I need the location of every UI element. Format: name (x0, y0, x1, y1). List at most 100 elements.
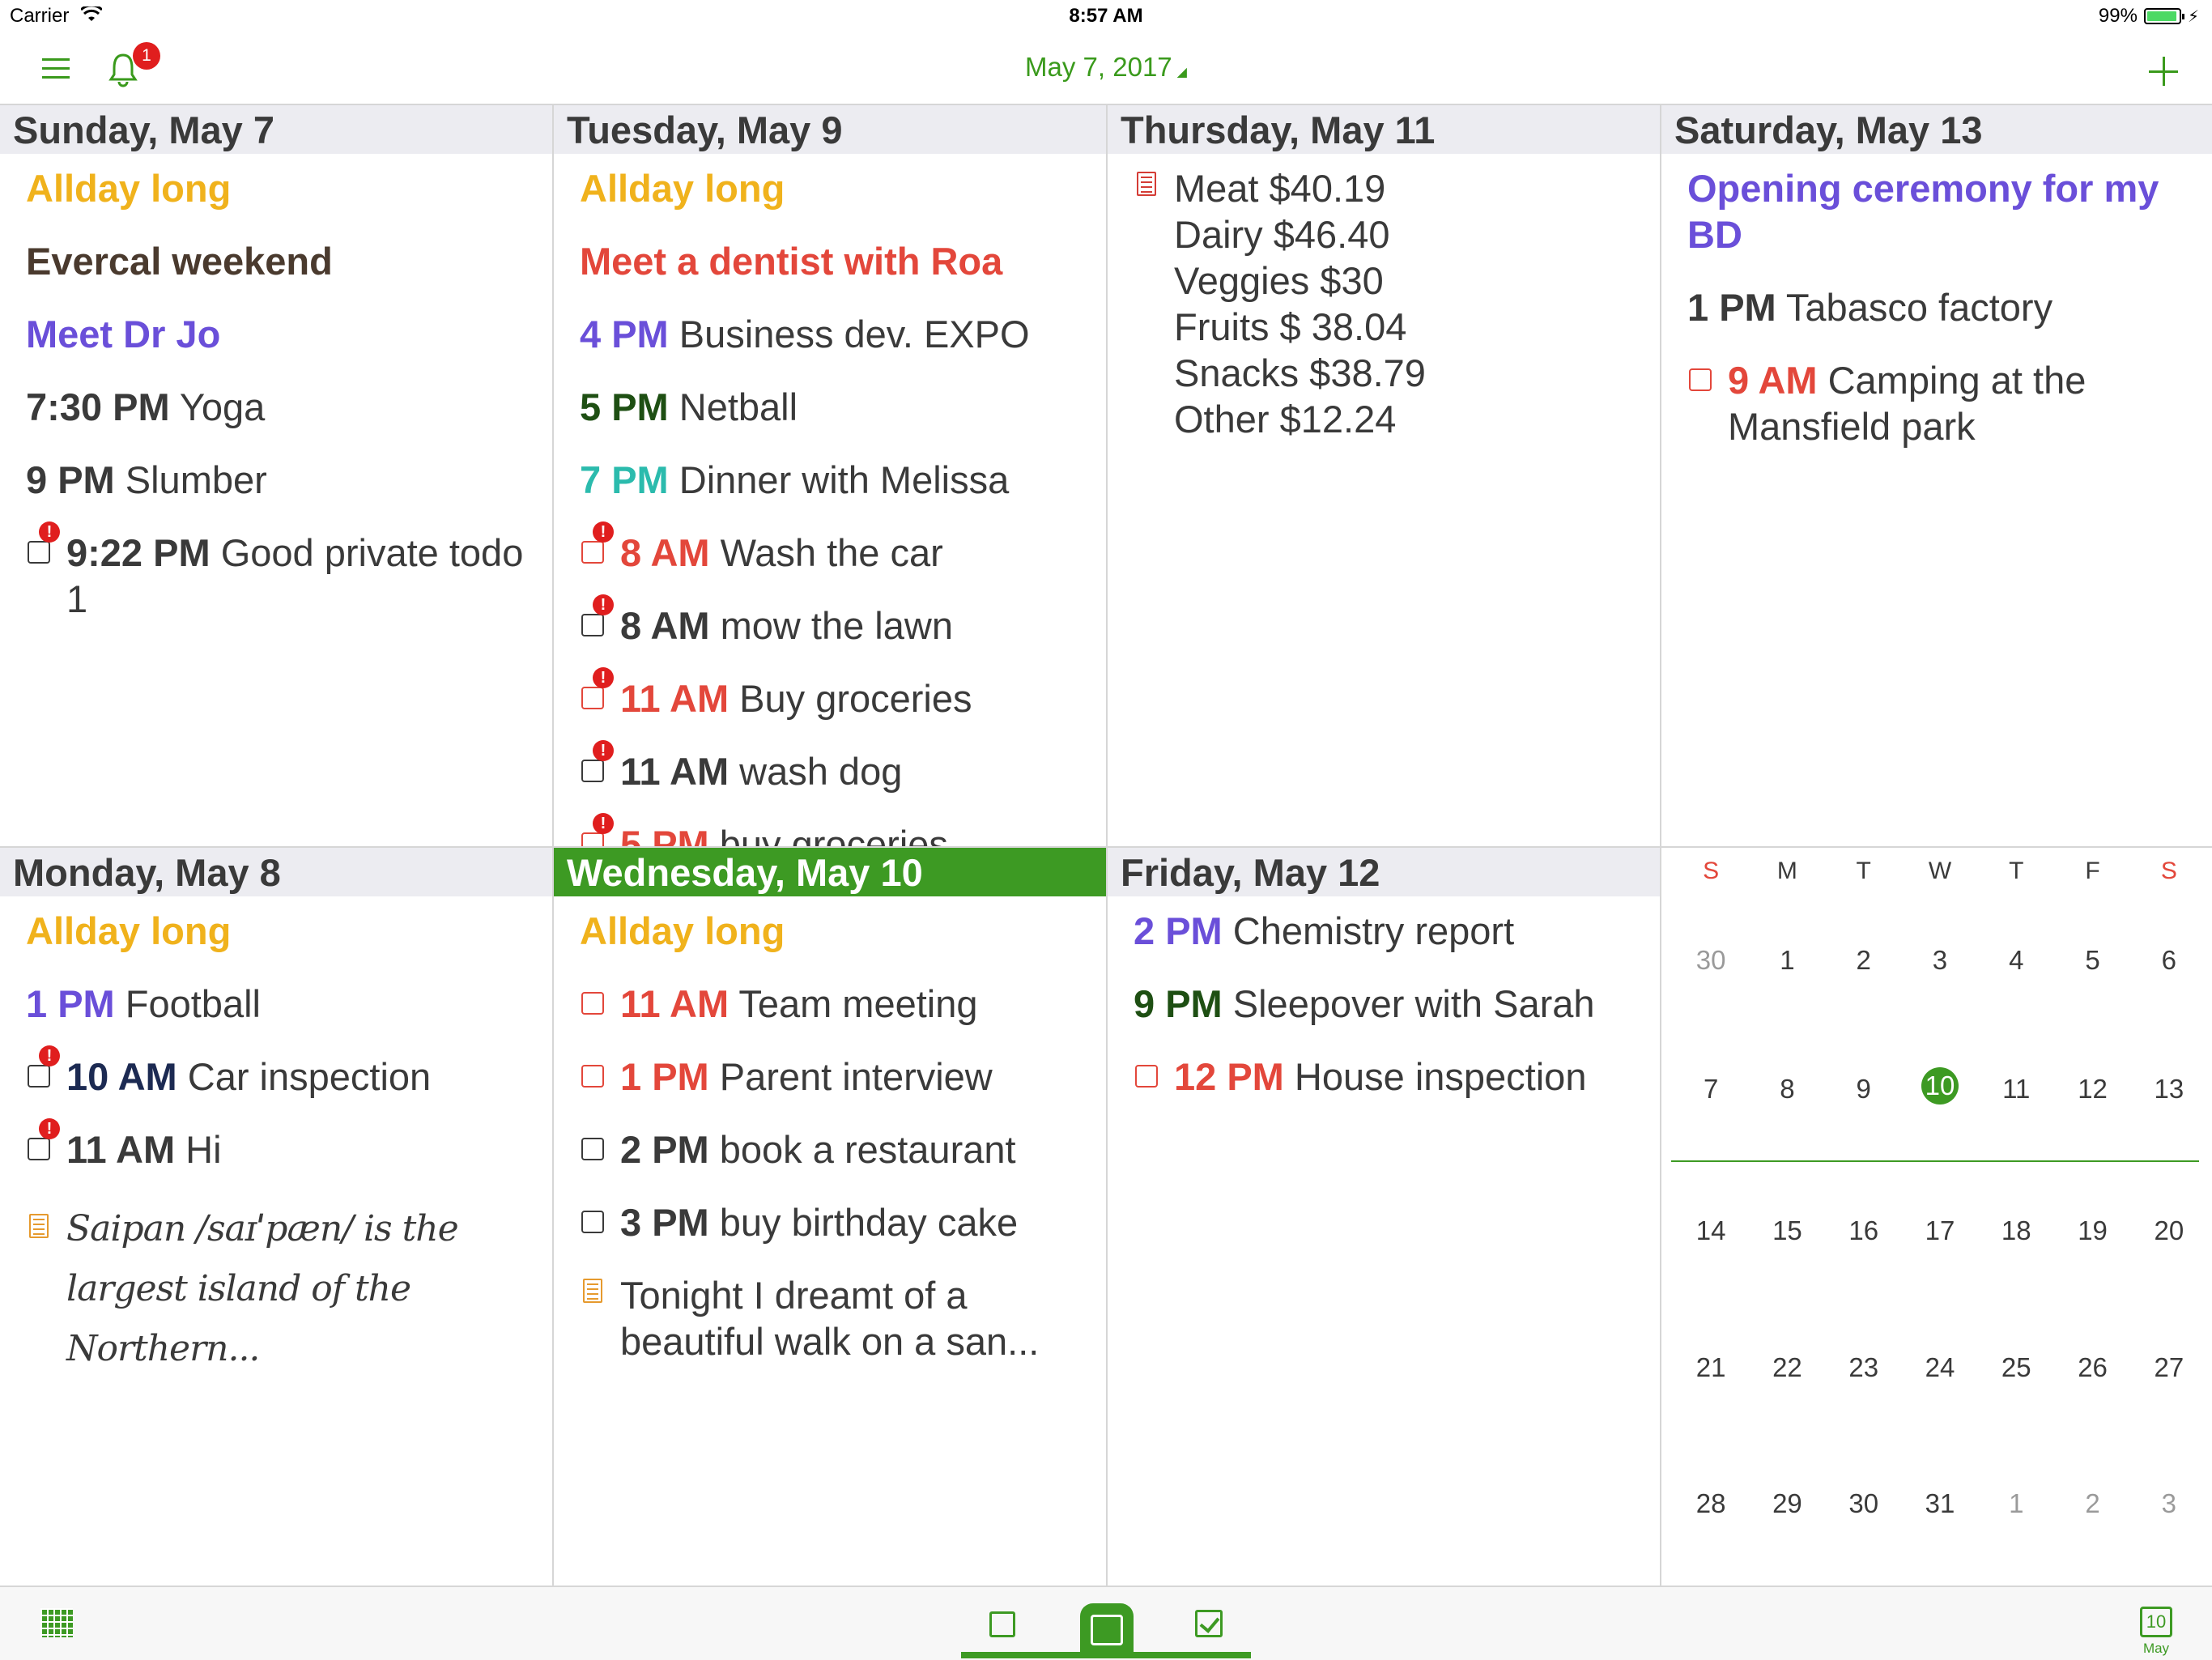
calendar-day[interactable]: 22 (1749, 1352, 1825, 1383)
todo-item[interactable]: ! 8 AM Wash the car (580, 521, 1095, 576)
day-cell-tuesday[interactable]: Tuesday, May 9 Allday long Meet a dentis… (554, 105, 1108, 848)
tasks-tab-icon[interactable] (1195, 1610, 1223, 1637)
event-item[interactable]: 4 PM Business dev. EXPO (580, 311, 1095, 357)
calendar-day[interactable]: 26 (2054, 1352, 2130, 1383)
todo-checkbox-icon[interactable] (1135, 1065, 1158, 1088)
todo-checkbox-icon[interactable] (28, 1065, 50, 1088)
calendar-day[interactable]: 14 (1673, 1215, 1749, 1246)
day-view-tab-icon[interactable] (989, 1611, 1015, 1637)
day-header[interactable]: Friday, May 12 (1108, 848, 1660, 896)
calendar-day[interactable]: 21 (1673, 1352, 1749, 1383)
todo-item[interactable]: ! 11 AM Hi (26, 1118, 541, 1173)
calendar-day[interactable]: 24 (1902, 1352, 1978, 1383)
day-header-today[interactable]: Wednesday, May 10 (554, 848, 1106, 896)
note-item[interactable]: Meat $40.19 Dairy $46.40 Veggies $30 Fru… (1134, 165, 1648, 442)
month-grid-icon[interactable] (40, 1608, 73, 1637)
calendar-day-today[interactable]: 10 (1902, 1067, 1978, 1105)
calendar-day[interactable]: 6 (2131, 945, 2207, 976)
calendar-day[interactable]: 3 (2131, 1488, 2207, 1519)
calendar-day[interactable]: 3 (1902, 945, 1978, 976)
todo-checkbox-icon[interactable] (581, 1138, 604, 1160)
event-item[interactable]: Opening ceremony for my BD (1687, 165, 2201, 258)
day-header[interactable]: Tuesday, May 9 (554, 105, 1106, 154)
day-header[interactable]: Thursday, May 11 (1108, 105, 1660, 154)
calendar-day[interactable]: 25 (1978, 1352, 2054, 1383)
todo-checkbox-icon[interactable] (581, 541, 604, 564)
todo-item[interactable]: ! 5 PM buy groceries (580, 813, 1095, 846)
calendar-day[interactable]: 8 (1749, 1074, 1825, 1105)
todo-checkbox-icon[interactable] (28, 541, 50, 564)
calendar-day[interactable]: 11 (1978, 1074, 2054, 1105)
event-item[interactable]: Allday long (26, 165, 541, 211)
todo-item[interactable]: ! 10 AM Car inspection (26, 1045, 541, 1100)
todo-item[interactable]: ! 11 AM Buy groceries (580, 667, 1095, 721)
calendar-day[interactable]: 13 (2131, 1074, 2207, 1105)
calendar-day[interactable]: 2 (1826, 945, 1902, 976)
event-item[interactable]: 7 PM Dinner with Melissa (580, 457, 1095, 503)
todo-item[interactable]: 2 PM book a restaurant (580, 1126, 1095, 1173)
event-item[interactable]: 2 PM Chemistry report (1134, 908, 1648, 954)
day-cell-friday[interactable]: Friday, May 12 2 PM Chemistry report 9 P… (1108, 848, 1661, 1587)
day-cell-monday[interactable]: Monday, May 8 Allday long 1 PM Football … (0, 848, 554, 1587)
calendar-day[interactable]: 28 (1673, 1488, 1749, 1519)
calendar-day[interactable]: 18 (1978, 1215, 2054, 1246)
calendar-day[interactable]: 27 (2131, 1352, 2207, 1383)
calendar-day[interactable]: 4 (1978, 945, 2054, 976)
day-header[interactable]: Monday, May 8 (0, 848, 552, 896)
todo-item[interactable]: 1 PM Parent interview (580, 1053, 1095, 1100)
calendar-day[interactable]: 30 (1826, 1488, 1902, 1519)
event-item[interactable]: Meet Dr Jo (26, 311, 541, 357)
date-title[interactable]: May 7, 2017 ◢ (0, 52, 2212, 83)
todo-checkbox-icon[interactable] (581, 614, 604, 636)
calendar-day[interactable]: 1 (1978, 1488, 2054, 1519)
calendar-day[interactable]: 2 (2054, 1488, 2130, 1519)
todo-item[interactable]: ! 9:22 PM Good private todo 1 (26, 521, 541, 622)
todo-checkbox-icon[interactable] (581, 760, 604, 782)
calendar-day[interactable]: 5 (2054, 945, 2130, 976)
todo-item[interactable]: ! 11 AM wash dog (580, 740, 1095, 794)
event-item[interactable]: 9 PM Sleepover with Sarah (1134, 981, 1648, 1027)
day-header[interactable]: Sunday, May 7 (0, 105, 552, 154)
day-cell-thursday[interactable]: Thursday, May 11 Meat $40.19 Dairy $46.4… (1108, 105, 1661, 848)
note-item[interactable]: Tonight I dreamt of a beautiful walk on … (580, 1272, 1095, 1364)
calendar-day[interactable]: 9 (1826, 1074, 1902, 1105)
day-cell-saturday[interactable]: Saturday, May 13 Opening ceremony for my… (1661, 105, 2212, 848)
day-cell-sunday[interactable]: Sunday, May 7 Allday long Evercal weeken… (0, 105, 554, 848)
calendar-day[interactable]: 16 (1826, 1215, 1902, 1246)
todo-item[interactable]: 12 PM House inspection (1134, 1053, 1648, 1100)
day-cell-wednesday[interactable]: Wednesday, May 10 Allday long 11 AM Team… (554, 848, 1108, 1587)
event-item[interactable]: 1 PM Tabasco factory (1687, 284, 2201, 330)
todo-item[interactable]: 9 AM Camping at the Mansfield park (1687, 357, 2201, 449)
event-item[interactable]: Allday long (580, 908, 1095, 954)
todo-item[interactable]: 3 PM buy birthday cake (580, 1199, 1095, 1245)
event-item[interactable]: 7:30 PM Yoga (26, 384, 541, 430)
calendar-day[interactable]: 29 (1749, 1488, 1825, 1519)
calendar-day[interactable]: 20 (2131, 1215, 2207, 1246)
event-item[interactable]: 9 PM Slumber (26, 457, 541, 503)
todo-checkbox-icon[interactable] (581, 687, 604, 709)
todo-checkbox-icon[interactable] (581, 832, 604, 846)
todo-checkbox-icon[interactable] (581, 1211, 604, 1233)
event-item[interactable]: Allday long (580, 165, 1095, 211)
event-item[interactable]: Evercal weekend (26, 238, 541, 284)
calendar-day[interactable]: 12 (2054, 1074, 2130, 1105)
event-item[interactable]: 5 PM Netball (580, 384, 1095, 430)
calendar-day[interactable]: 23 (1826, 1352, 1902, 1383)
todo-item[interactable]: 11 AM Team meeting (580, 981, 1095, 1027)
calendar-day[interactable]: 19 (2054, 1215, 2130, 1246)
calendar-day[interactable]: 31 (1902, 1488, 1978, 1519)
today-calendar-icon[interactable]: 10 (2140, 1607, 2172, 1637)
calendar-day[interactable]: 1 (1749, 945, 1825, 976)
add-icon[interactable] (2147, 55, 2180, 87)
event-item[interactable]: Allday long (26, 908, 541, 954)
calendar-day[interactable]: 7 (1673, 1074, 1749, 1105)
calendar-day[interactable]: 30 (1673, 945, 1749, 976)
day-header[interactable]: Saturday, May 13 (1661, 105, 2212, 154)
event-item[interactable]: 1 PM Football (26, 981, 541, 1027)
calendar-day[interactable]: 15 (1749, 1215, 1825, 1246)
todo-checkbox-icon[interactable] (1689, 368, 1712, 391)
event-item[interactable]: Meet a dentist with Roa (580, 238, 1095, 284)
note-item[interactable]: Saipan /saɪˈpæn/ is the largest island o… (26, 1199, 541, 1379)
todo-checkbox-icon[interactable] (28, 1138, 50, 1160)
todo-checkbox-icon[interactable] (581, 992, 604, 1015)
